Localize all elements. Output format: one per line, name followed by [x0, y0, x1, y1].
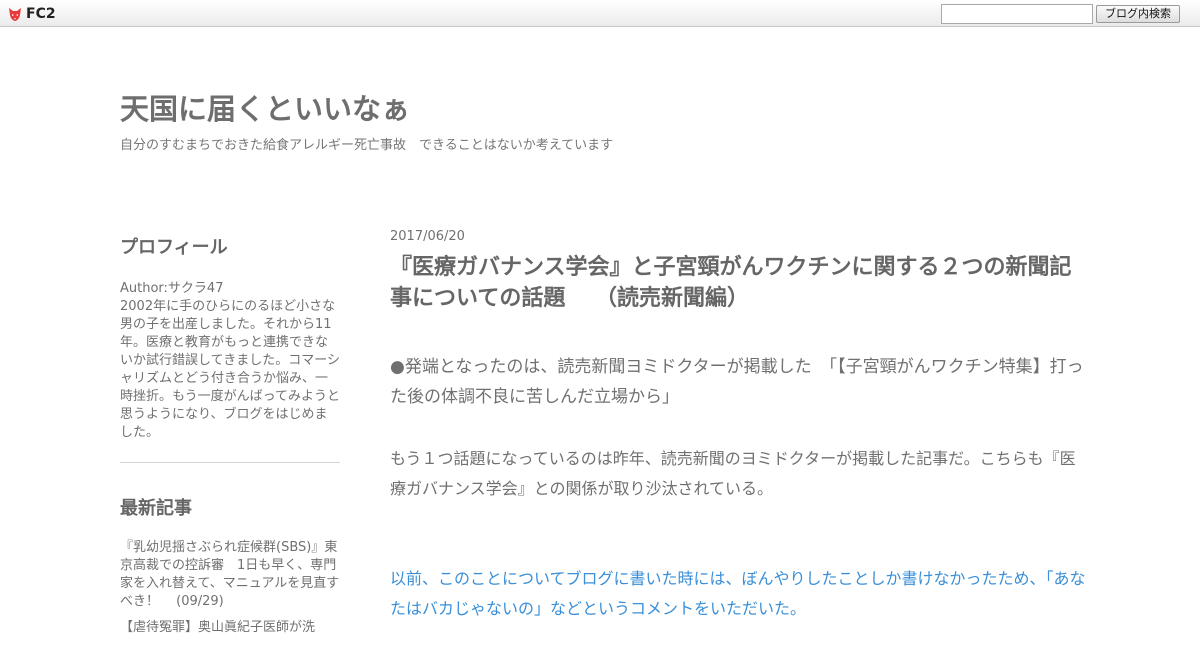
fc2-fox-icon	[7, 6, 23, 22]
profile-body: 2002年に手のひらにのるほど小さな男の子を出産しました。それから11年。医療と…	[120, 299, 340, 440]
sidebar-divider	[120, 462, 340, 463]
recent-posts-list: 『乳幼児揺さぶられ症候群(SBS)』東京高裁での控訴審 1日も早く、専門家を入れ…	[120, 539, 340, 637]
post-title: 『医療ガバナンス学会』と子宮頸がんワクチンに関する２つの新聞記事についての話題 …	[390, 252, 1090, 314]
recent-post-link[interactable]: 『乳幼児揺さぶられ症候群(SBS)』東京高裁での控訴審 1日も早く、専門家を入れ…	[120, 540, 339, 609]
recent-posts-heading: 最新記事	[120, 498, 192, 519]
fc2-logo-text: FC2	[26, 6, 56, 22]
list-item: 【虐待冤罪】奥山眞紀子医師が洗	[120, 619, 340, 637]
blog-description: 自分のすむまちでおきた給食アレルギー死亡事故 できることはないか考えています	[120, 138, 614, 153]
blog-search-button[interactable]: ブログ内検索	[1096, 5, 1180, 23]
post-date: 2017/06/20	[390, 229, 465, 244]
post-paragraph: もう１つ話題になっているのは昨年、読売新聞のヨミドクターが掲載した記事だ。こちら…	[390, 449, 1076, 498]
profile-heading: プロフィール	[120, 237, 228, 258]
post-title-link[interactable]: 『医療ガバナンス学会』と子宮頸がんワクチンに関する２つの新聞記事についての話題 …	[390, 255, 1072, 311]
list-item: 『乳幼児揺さぶられ症候群(SBS)』東京高裁での控訴審 1日も早く、専門家を入れ…	[120, 539, 340, 611]
blog-title[interactable]: 天国に届くといいなぁ	[120, 90, 410, 128]
main-content: 2017/06/20 『医療ガバナンス学会』と子宮頸がんワクチンに関する２つの新…	[390, 229, 1090, 624]
profile-author: Author:サクラ47	[120, 281, 224, 296]
post-paragraph: ●発端となったのは、読売新聞ヨミドクターが掲載した 「【子宮頸がんワクチン特集】…	[390, 357, 1084, 407]
post-paragraph-highlight: 以前、このことについてブログに書いた時には、ぼんやりしたことしか書けなかったため…	[390, 569, 1086, 618]
fc2-header-bar: FC2 ブログ内検索	[0, 0, 1200, 27]
sidebar: プロフィール Author:サクラ47 2002年に手のひらにのるほど小さな男の…	[120, 236, 340, 650]
recent-post-link[interactable]: 【虐待冤罪】奥山眞紀子医師が洗	[120, 620, 315, 635]
fc2-logo-link[interactable]: FC2	[7, 5, 56, 23]
profile-section: Author:サクラ47 2002年に手のひらにのるほど小さな男の子を出産しまし…	[120, 280, 340, 442]
blog-search-input[interactable]	[941, 4, 1093, 24]
